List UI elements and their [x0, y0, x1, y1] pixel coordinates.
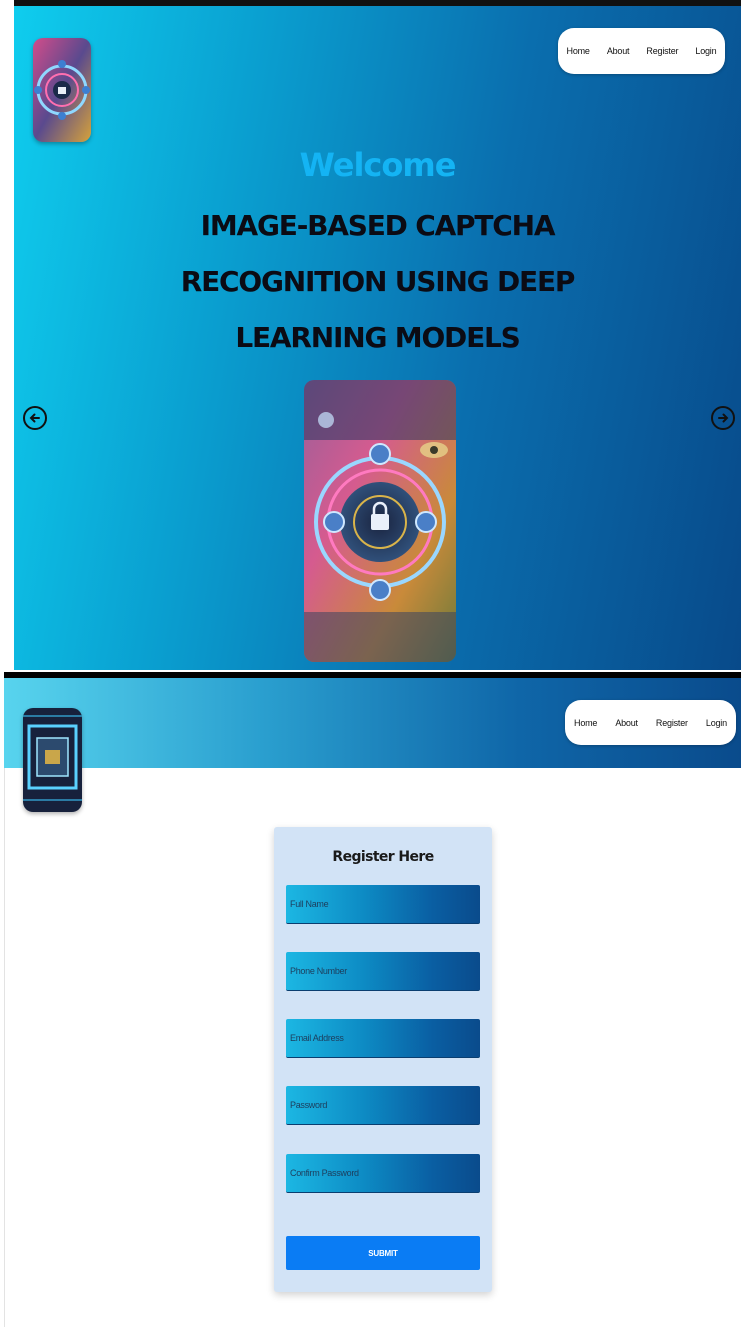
nav-home-link[interactable]: Home — [567, 46, 590, 56]
nav-register-link[interactable]: Register — [646, 46, 678, 56]
password-input[interactable] — [286, 1086, 480, 1125]
phone-number-input[interactable] — [286, 952, 480, 991]
welcome-heading: Welcome — [299, 146, 457, 184]
project-title: IMAGE-BASED CAPTCHA RECOGNITION USING DE… — [180, 209, 576, 354]
carousel-prev-button[interactable] — [23, 406, 47, 430]
register-form-title: Register Here — [332, 849, 434, 865]
captcha-illustration — [304, 380, 456, 662]
full-name-input[interactable] — [286, 885, 480, 924]
nav-about-link[interactable]: About — [607, 46, 630, 56]
site-logo[interactable] — [33, 38, 91, 142]
captcha-illustration-artwork — [304, 380, 456, 662]
nav-about-link[interactable]: About — [615, 718, 638, 728]
email-address-input[interactable] — [286, 1019, 480, 1058]
logo-artwork-icon — [33, 38, 91, 142]
register-page-logo[interactable] — [23, 708, 82, 812]
carousel-next-button[interactable] — [711, 406, 735, 430]
nav-home-link[interactable]: Home — [574, 718, 597, 728]
logo-chip-icon — [23, 708, 82, 812]
submit-button[interactable]: SUBMIT — [286, 1236, 480, 1270]
page-left-edge — [4, 768, 5, 1327]
home-page-screenshot: Home About Register Login Welcome IMAGE-… — [0, 0, 741, 672]
arrow-left-icon — [29, 413, 40, 423]
register-page-header: Home About Register Login — [4, 678, 741, 768]
confirm-password-input[interactable] — [286, 1154, 480, 1193]
main-navbar: Home About Register Login — [558, 28, 725, 74]
register-form-card: Register Here SUBMIT — [274, 827, 492, 1292]
register-page-navbar: Home About Register Login — [565, 700, 736, 745]
nav-register-link[interactable]: Register — [656, 718, 688, 728]
hero-section: Home About Register Login Welcome IMAGE-… — [14, 6, 741, 670]
nav-login-link[interactable]: Login — [706, 718, 727, 728]
nav-login-link[interactable]: Login — [695, 46, 716, 56]
arrow-right-icon — [718, 413, 729, 423]
